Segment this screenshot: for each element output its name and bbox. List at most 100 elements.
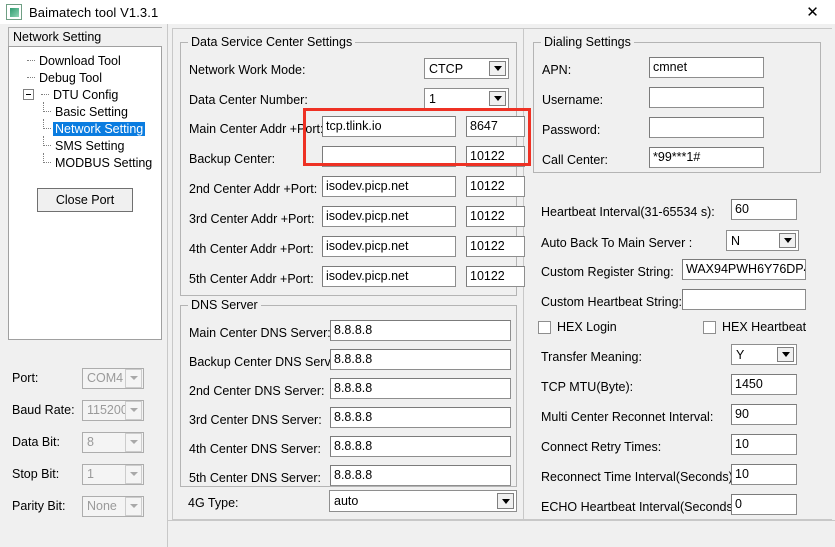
tree-item-label: SMS Setting bbox=[55, 138, 125, 153]
port-setting-combo: COM4 bbox=[82, 367, 144, 389]
close-window-button[interactable]: ✕ bbox=[790, 0, 835, 24]
chevron-down-icon bbox=[125, 368, 142, 388]
center-address-label-2: 2nd Center Addr +Port: bbox=[189, 182, 318, 196]
dns-server-input-2[interactable]: 8.8.8.8 bbox=[330, 378, 511, 399]
sidebar: Network Setting Download Tool Debug Tool D… bbox=[0, 24, 167, 547]
dialing-settings-group: Dialing Settings APN: cmnet Username: Passw… bbox=[533, 35, 821, 173]
tree-expander-icon[interactable] bbox=[23, 89, 34, 100]
hex-login-checkbox[interactable]: HEX Login bbox=[538, 320, 617, 334]
center-port-input-1[interactable]: 10122 bbox=[466, 146, 525, 167]
auto-back-main-server-value: N bbox=[731, 233, 741, 248]
tree-guide-line bbox=[39, 119, 53, 137]
center-address-input-1[interactable] bbox=[322, 146, 456, 167]
dialing-label-3: Call Center: bbox=[542, 153, 608, 167]
chevron-down-icon[interactable] bbox=[497, 493, 514, 509]
hex-heartbeat-label: HEX Heartbeat bbox=[722, 320, 807, 334]
transfer-meaning-combo[interactable]: Y bbox=[731, 344, 797, 365]
heartbeat-interval-input[interactable]: 60 bbox=[731, 199, 797, 220]
tree-item-sms-setting[interactable]: SMS Setting bbox=[9, 136, 161, 154]
port-setting-combo: 8 bbox=[82, 431, 144, 453]
port-setting-label: Port: bbox=[12, 371, 39, 385]
custom-heartbeat-string-input[interactable] bbox=[682, 289, 806, 310]
data-service-center-legend: Data Service Center Settings bbox=[188, 35, 356, 49]
multi-center-reconnect-interval-label: Multi Center Reconnet Interval: bbox=[541, 410, 714, 424]
auto-back-main-server-label: Auto Back To Main Server : bbox=[541, 236, 693, 250]
network-work-mode-combo[interactable]: CTCP bbox=[424, 58, 509, 79]
hex-heartbeat-checkbox[interactable]: HEX Heartbeat bbox=[703, 320, 806, 334]
tcp-mtu-input[interactable]: 1450 bbox=[731, 374, 797, 395]
dns-server-input-3[interactable]: 8.8.8.8 bbox=[330, 407, 511, 428]
port-setting-combo: None bbox=[82, 495, 144, 517]
center-port-input-3[interactable]: 10122 bbox=[466, 206, 525, 227]
connect-retry-times-input[interactable]: 10 bbox=[731, 434, 797, 455]
center-port-input-0[interactable]: 8647 bbox=[466, 116, 525, 137]
tree-item-label: Basic Setting bbox=[55, 104, 128, 119]
4g-type-combo[interactable]: auto bbox=[329, 490, 517, 512]
center-port-input-5[interactable]: 10122 bbox=[466, 266, 525, 287]
dns-server-input-0[interactable]: 8.8.8.8 bbox=[330, 320, 511, 341]
tree-item-debug-tool[interactable]: Debug Tool bbox=[9, 69, 161, 86]
tree-item-modbus-setting[interactable]: MODBUS Setting bbox=[9, 153, 161, 171]
port-setting-value: COM4 bbox=[87, 371, 124, 385]
network-work-mode-label: Network Work Mode: bbox=[189, 63, 306, 77]
port-setting-value: 8 bbox=[87, 435, 94, 449]
tree-item-basic-setting[interactable]: Basic Setting bbox=[9, 102, 161, 120]
serial-port-settings: Port: COM4 Baud Rate: 115200 Data Bit: 8 Stop … bbox=[0, 362, 167, 522]
port-setting-label: Parity Bit: bbox=[12, 499, 66, 513]
chevron-down-icon[interactable] bbox=[777, 347, 794, 362]
dialing-input-0[interactable]: cmnet bbox=[649, 57, 764, 78]
port-setting-label: Stop Bit: bbox=[12, 467, 60, 481]
tree-guide-line bbox=[39, 102, 53, 120]
tree-item-dtu-config[interactable]: DTU Config bbox=[9, 86, 161, 103]
dns-server-input-4[interactable]: 8.8.8.8 bbox=[330, 436, 511, 457]
port-setting-value: 115200 bbox=[87, 403, 125, 417]
dns-server-label-5: 5th Center DNS Server: bbox=[189, 471, 321, 485]
tree-item-label: Debug Tool bbox=[39, 70, 103, 85]
transfer-meaning-label: Transfer Meaning: bbox=[541, 350, 642, 364]
center-address-input-0[interactable]: tcp.tlink.io bbox=[322, 116, 456, 137]
chevron-down-icon[interactable] bbox=[489, 61, 506, 76]
window-title: Baimatech tool V1.3.1 bbox=[29, 4, 159, 20]
main-content: Data Service Center Settings Network Wor… bbox=[167, 24, 835, 547]
auto-back-main-server-combo[interactable]: N bbox=[726, 230, 799, 251]
center-address-label-1: Backup Center: bbox=[189, 152, 276, 166]
center-address-label-5: 5th Center Addr +Port: bbox=[189, 272, 314, 286]
tree-item-download-tool[interactable]: Download Tool bbox=[9, 52, 161, 69]
application-window: Baimatech tool V1.3.1 ✕ Network Setting … bbox=[0, 0, 835, 547]
center-address-input-4[interactable]: isodev.picp.net bbox=[322, 236, 456, 257]
network-work-mode-value: CTCP bbox=[429, 61, 464, 76]
title-bar: Baimatech tool V1.3.1 ✕ bbox=[0, 0, 835, 24]
data-center-number-combo[interactable]: 1 bbox=[424, 88, 509, 109]
center-port-input-2[interactable]: 10122 bbox=[466, 176, 525, 197]
bottom-divider bbox=[168, 520, 835, 521]
dns-server-label-4: 4th Center DNS Server: bbox=[189, 442, 321, 456]
dns-server-input-5[interactable]: 8.8.8.8 bbox=[330, 465, 511, 486]
chevron-down-icon[interactable] bbox=[489, 91, 506, 106]
dialing-label-1: Username: bbox=[542, 93, 604, 107]
dialing-input-1[interactable] bbox=[649, 87, 764, 108]
tree-item-network-setting[interactable]: Network Setting bbox=[9, 119, 161, 137]
center-address-input-5[interactable]: isodev.picp.net bbox=[322, 266, 456, 287]
close-port-button[interactable]: Close Port bbox=[37, 188, 133, 212]
reconnect-time-interval-input[interactable]: 10 bbox=[731, 464, 797, 485]
checkbox-box[interactable] bbox=[538, 320, 551, 334]
dialing-input-2[interactable] bbox=[649, 117, 764, 138]
dns-server-input-1[interactable]: 8.8.8.8 bbox=[330, 349, 511, 370]
port-setting-value: None bbox=[87, 499, 117, 513]
dialing-input-3[interactable]: *99***1# bbox=[649, 147, 764, 168]
echo-heartbeat-interval-input[interactable]: 0 bbox=[731, 494, 797, 515]
center-port-input-4[interactable]: 10122 bbox=[466, 236, 525, 257]
center-address-input-2[interactable]: isodev.picp.net bbox=[322, 176, 456, 197]
tree-guide-line bbox=[37, 86, 51, 103]
center-address-input-3[interactable]: isodev.picp.net bbox=[322, 206, 456, 227]
port-setting-label: Baud Rate: bbox=[12, 403, 75, 417]
checkbox-box[interactable] bbox=[703, 320, 716, 334]
4g-type-label: 4G Type: bbox=[188, 496, 239, 510]
custom-register-string-input[interactable]: WAX94PWH6Y76DP4N bbox=[682, 259, 806, 280]
dialing-settings-legend: Dialing Settings bbox=[541, 35, 634, 49]
data-service-center-group: Data Service Center Settings Network Wor… bbox=[180, 35, 525, 296]
port-setting-value: 1 bbox=[87, 467, 94, 481]
multi-center-reconnect-interval-input[interactable]: 90 bbox=[731, 404, 797, 425]
tree-item-label: MODBUS Setting bbox=[55, 155, 153, 170]
chevron-down-icon[interactable] bbox=[779, 233, 796, 248]
